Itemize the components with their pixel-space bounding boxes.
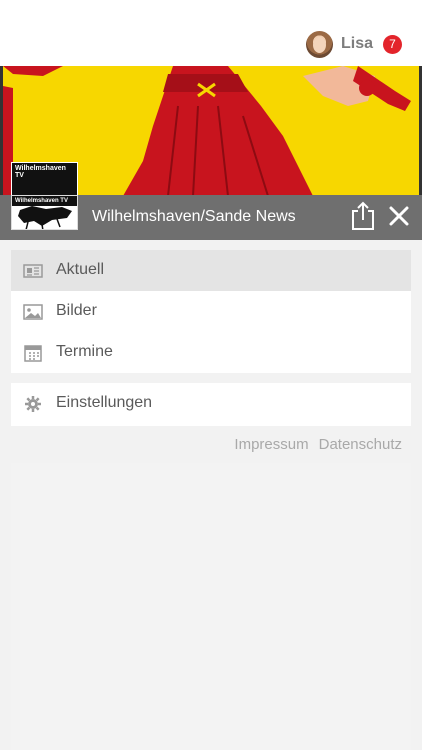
footer-links: Impressum Datenschutz xyxy=(234,436,402,453)
calendar-icon xyxy=(24,345,42,362)
share-icon xyxy=(352,201,374,230)
top-bar: Lisa 7 xyxy=(0,0,422,66)
empty-content-area xyxy=(11,463,411,750)
image-icon xyxy=(23,304,43,320)
user-name[interactable]: Lisa xyxy=(341,35,373,53)
close-button[interactable] xyxy=(386,203,412,229)
menu-label-einstellungen: Einstellungen xyxy=(56,394,153,411)
banner-logo: Wilhelmshaven TV xyxy=(11,162,78,196)
banner-image: Wilhelmshaven TV xyxy=(0,66,422,196)
channel-logo: Wilhelmshaven TV xyxy=(11,195,78,230)
menu-label-bilder: Bilder xyxy=(56,302,97,319)
notification-badge[interactable]: 7 xyxy=(383,34,402,54)
menu-item-einstellungen[interactable]: Einstellungen xyxy=(11,383,411,424)
gear-icon xyxy=(25,396,41,412)
channel-title: Wilhelmshaven/Sande News xyxy=(92,208,296,225)
channel-logo-text: Wilhelmshaven TV xyxy=(12,196,77,206)
impressum-link[interactable]: Impressum xyxy=(234,436,308,453)
newspaper-icon xyxy=(23,264,43,278)
avatar[interactable] xyxy=(305,30,333,58)
main-menu: Aktuell Bilder Termine xyxy=(11,250,411,373)
channel-header: Wilhelmshaven TV Wilhelmshaven/Sande New… xyxy=(0,195,422,240)
menu-item-termine[interactable]: Termine xyxy=(11,332,411,373)
menu-item-aktuell[interactable]: Aktuell xyxy=(11,250,411,291)
close-icon xyxy=(389,206,409,226)
banner-logo-text: Wilhelmshaven TV xyxy=(15,165,66,179)
share-button[interactable] xyxy=(350,201,376,231)
user-profile[interactable]: Lisa 7 xyxy=(305,29,402,59)
datenschutz-link[interactable]: Datenschutz xyxy=(319,436,402,453)
menu-label-termine: Termine xyxy=(56,343,113,360)
menu-label-aktuell: Aktuell xyxy=(56,261,105,278)
settings-menu: Einstellungen xyxy=(11,383,411,426)
menu-item-bilder[interactable]: Bilder xyxy=(11,291,411,332)
